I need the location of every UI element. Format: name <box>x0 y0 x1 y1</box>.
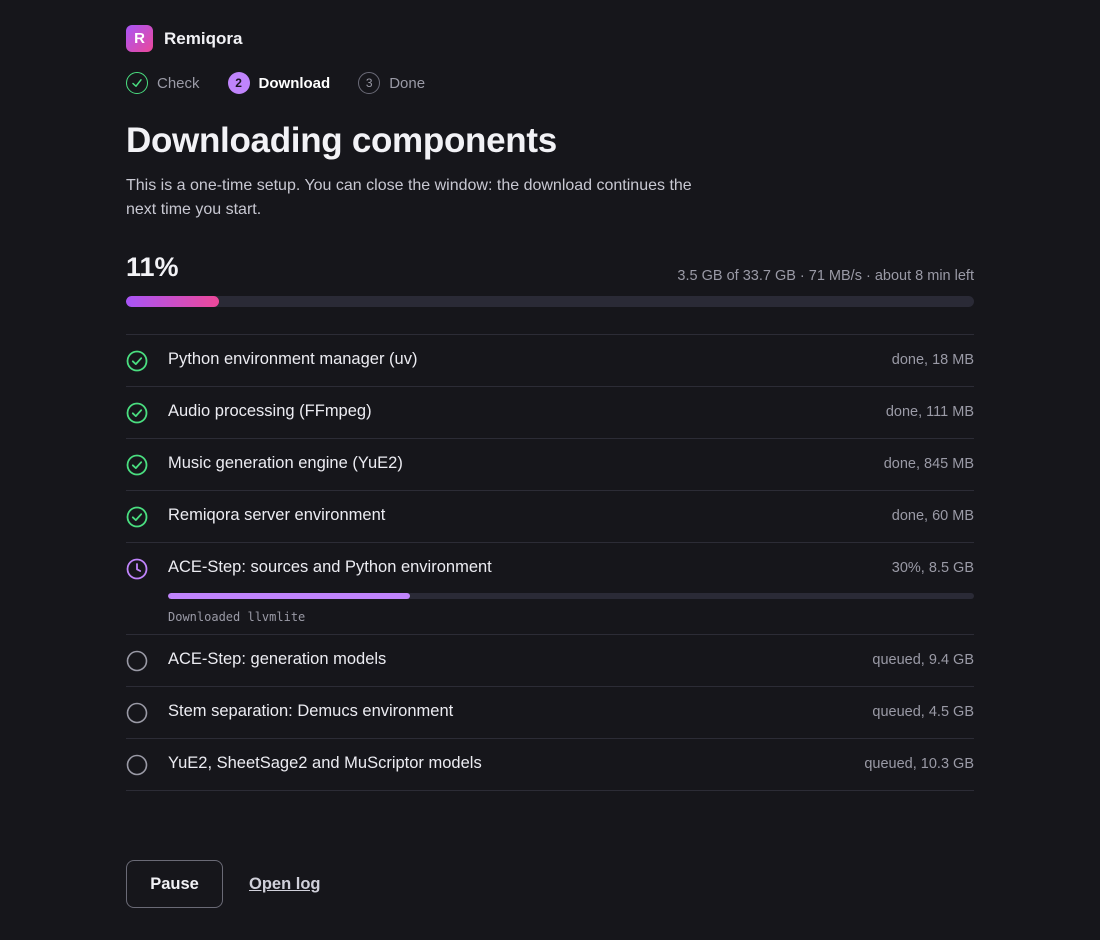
step-label: Done <box>389 74 426 92</box>
component-row: ACE-Step: generation models queued, 9.4 G… <box>126 635 974 687</box>
page-title: Downloading components <box>126 121 557 160</box>
step-done: 3 Done <box>358 72 425 94</box>
component-label: Remiqora server environment <box>168 506 386 524</box>
component-row: YuE2, SheetSage2 and MuScriptor models qu… <box>126 739 974 791</box>
stepper: Check 2 Download 3 Done <box>126 72 453 94</box>
step-check: Check <box>126 72 200 94</box>
component-label: Music generation engine (YuE2) <box>168 454 403 472</box>
step-number: 3 <box>358 72 381 94</box>
component-label: Stem separation: Demucs environment <box>168 702 454 720</box>
download-stats: 3.5 GB of 33.7 GB · 71 MB/s · about 8 mi… <box>677 268 974 284</box>
component-row: ACE-Step: sources and Python environment… <box>126 543 974 635</box>
component-status: queued, 4.5 GB <box>872 704 974 720</box>
overall-progress-fill <box>126 296 220 307</box>
component-row: Python environment manager (uv) done, 18 … <box>126 335 974 387</box>
check-circle-icon <box>126 402 148 424</box>
component-label: ACE-Step: generation models <box>168 650 387 668</box>
step-label: Download <box>258 74 331 92</box>
component-row: Music generation engine (YuE2) done, 845 … <box>126 439 974 491</box>
pause-button[interactable]: Pause <box>126 860 223 908</box>
component-list: Python environment manager (uv) done, 18 … <box>126 334 974 791</box>
component-row: Remiqora server environment done, 60 MB <box>126 491 974 543</box>
check-circle-icon <box>126 350 148 372</box>
overall-progress-bar <box>126 296 974 307</box>
brand: R Remiqora <box>126 25 242 52</box>
actions: Pause Open log <box>126 860 321 908</box>
check-circle-icon <box>126 454 148 476</box>
component-status: 30%, 8.5 GB <box>891 560 974 576</box>
empty-circle-icon <box>126 702 148 724</box>
empty-circle-icon <box>126 754 148 776</box>
component-status: done, 111 MB <box>885 404 974 420</box>
check-icon <box>126 72 148 94</box>
check-circle-icon <box>126 506 148 528</box>
app-name: Remiqora <box>164 28 243 48</box>
page-subtitle: This is a one-time setup. You can close … <box>126 177 692 218</box>
open-log-link[interactable]: Open log <box>249 875 321 894</box>
component-row: Audio processing (FFmpeg) done, 111 MB <box>126 387 974 439</box>
empty-circle-icon <box>126 650 148 672</box>
step-number: 2 <box>227 72 250 94</box>
component-status: done, 60 MB <box>891 508 974 524</box>
step-download: 2 Download <box>227 72 331 94</box>
component-detail: Downloaded llvmlite <box>168 610 306 624</box>
component-status: queued, 9.4 GB <box>872 652 974 668</box>
app-logo: R <box>126 25 153 52</box>
component-label: Python environment manager (uv) <box>168 350 418 368</box>
component-status: queued, 10.3 GB <box>864 756 974 772</box>
component-progress-fill <box>168 593 410 599</box>
component-status: done, 845 MB <box>883 456 974 472</box>
step-label: Check <box>157 74 200 92</box>
overall-percent: 11% <box>126 252 179 282</box>
component-label: YuE2, SheetSage2 and MuScriptor models <box>168 754 482 772</box>
component-label: ACE-Step: sources and Python environment <box>168 558 492 576</box>
component-label: Audio processing (FFmpeg) <box>168 402 372 420</box>
clock-icon <box>126 558 148 580</box>
component-row: Stem separation: Demucs environment queue… <box>126 687 974 739</box>
component-progress-bar <box>168 593 974 599</box>
component-status: done, 18 MB <box>891 352 974 368</box>
